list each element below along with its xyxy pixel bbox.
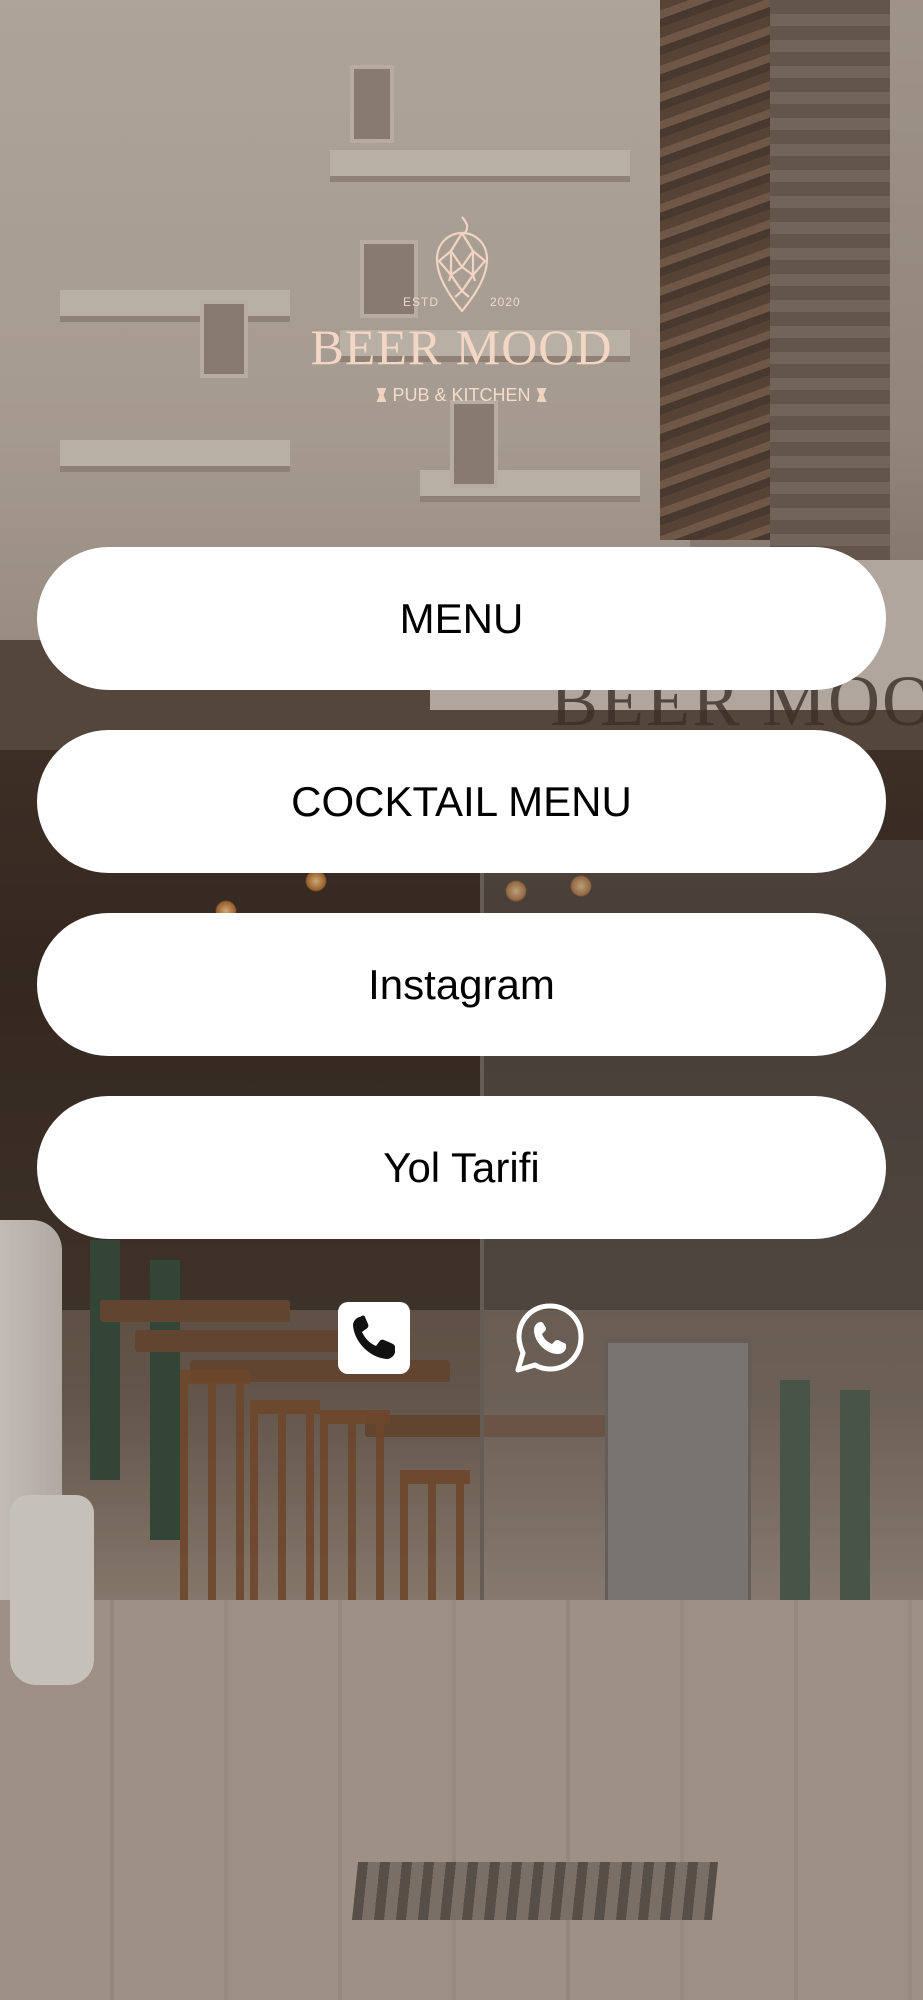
ribbon-right-icon xyxy=(536,388,547,402)
estd-label: ESTD xyxy=(403,295,440,309)
phone-icon xyxy=(353,1315,395,1359)
brand-tagline: PUB & KITCHEN xyxy=(392,385,531,405)
phone-button[interactable] xyxy=(338,1302,410,1374)
instagram-button[interactable]: Instagram xyxy=(37,913,886,1056)
established-year: 2020 xyxy=(490,295,521,309)
brand-name: BEER MOOD xyxy=(310,319,613,375)
whatsapp-icon xyxy=(515,1303,584,1373)
ribbon-left-icon xyxy=(376,388,387,402)
cocktail-menu-button[interactable]: COCKTAIL MENU xyxy=(37,730,886,873)
directions-button[interactable]: Yol Tarifi xyxy=(37,1096,886,1239)
whatsapp-button[interactable] xyxy=(514,1302,586,1374)
menu-button[interactable]: MENU xyxy=(37,547,886,690)
contact-icons xyxy=(338,1302,588,1374)
link-list: MENU COCKTAIL MENU Instagram Yol Tarifi xyxy=(37,547,886,1239)
brand-tagline-row: PUB & KITCHEN xyxy=(0,385,923,406)
